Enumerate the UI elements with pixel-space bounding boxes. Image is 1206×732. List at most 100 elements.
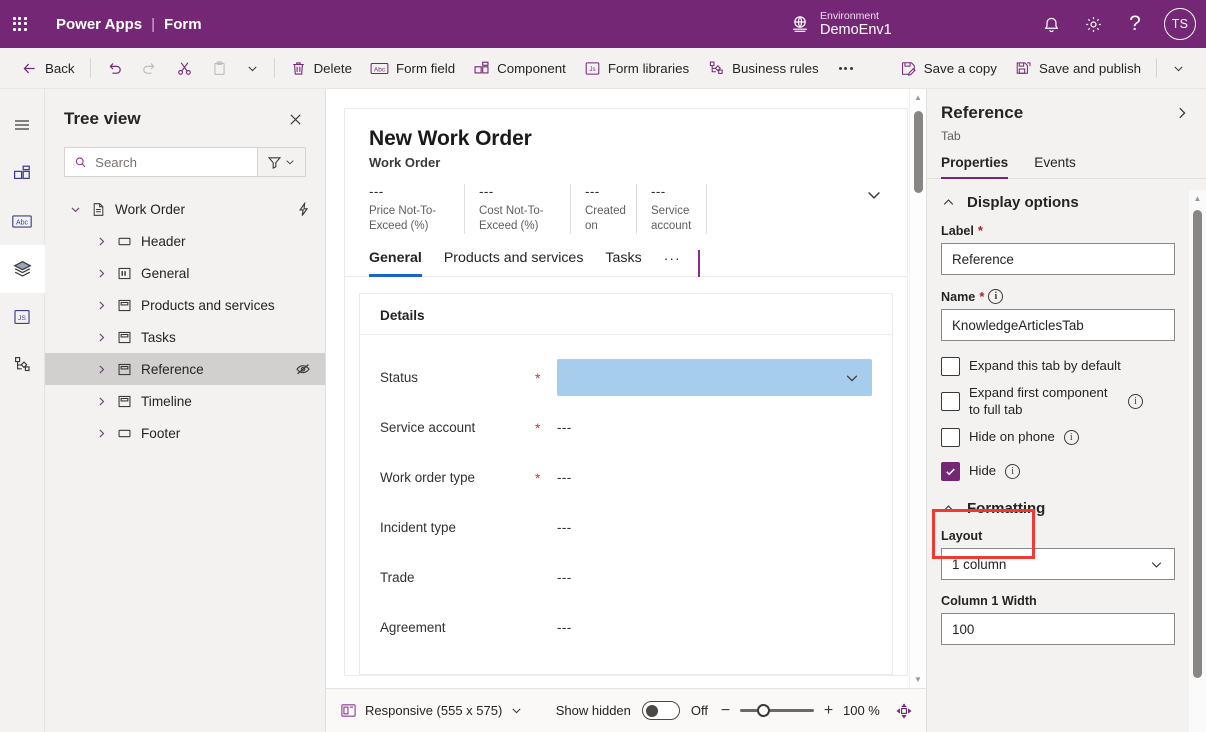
zoom-slider[interactable] (740, 703, 814, 717)
header-field[interactable]: --- Service account (651, 184, 707, 234)
flash-icon[interactable] (296, 201, 311, 217)
rail-components[interactable] (0, 149, 45, 197)
scroll-up-arrow[interactable]: ▲ (914, 93, 922, 102)
chevron-right-icon[interactable] (90, 299, 112, 312)
status-dropdown[interactable] (557, 359, 872, 397)
tree-item-header[interactable]: Header (45, 225, 325, 257)
checkbox-expand-first-component-to-full-tab[interactable]: Expand first component to full tab i (941, 385, 1176, 418)
tab-properties[interactable]: Properties (941, 155, 1009, 179)
label-input[interactable] (941, 243, 1175, 275)
delete-button[interactable]: Delete (281, 53, 361, 84)
zoom-in-button[interactable]: + (822, 702, 835, 719)
scroll-down-arrow[interactable]: ▼ (914, 675, 922, 684)
form-tab-overflow[interactable]: ··· (664, 250, 681, 276)
tree-item-footer[interactable]: Footer (45, 417, 325, 449)
layout-select[interactable]: 1 column (941, 548, 1175, 580)
tree-item-products-and-services[interactable]: Products and services (45, 289, 325, 321)
column-width-input[interactable] (941, 613, 1175, 645)
tree-item-general[interactable]: General (45, 257, 325, 289)
save-a-copy-button[interactable]: Save a copy (891, 53, 1006, 84)
avatar[interactable]: TS (1164, 8, 1196, 40)
field-value[interactable]: --- (557, 570, 572, 585)
rail-menu-toggle[interactable] (0, 101, 45, 149)
checkbox-hide[interactable]: Hide i (941, 456, 1176, 486)
zoom-slider-knob[interactable] (757, 703, 770, 717)
settings-button[interactable] (1074, 5, 1112, 43)
field-value[interactable]: --- (557, 520, 572, 535)
help-button[interactable]: ? (1116, 5, 1154, 43)
tree-item-tasks[interactable]: Tasks (45, 321, 325, 353)
fit-to-screen-button[interactable] (896, 702, 912, 719)
checkbox-box[interactable] (941, 356, 960, 376)
cut-button[interactable] (167, 53, 202, 84)
form-tab-general[interactable]: General (369, 250, 422, 277)
chevron-down-icon[interactable] (64, 203, 86, 216)
info-icon[interactable]: i (1063, 429, 1079, 445)
back-button[interactable]: Back (12, 53, 84, 84)
chevron-right-icon[interactable] (90, 331, 112, 344)
checkbox-box[interactable] (941, 392, 960, 411)
business-rules-button[interactable]: Business rules (698, 53, 827, 84)
scroll-thumb[interactable] (914, 111, 923, 193)
tree-item-timeline[interactable]: Timeline (45, 385, 325, 417)
expand-panel-button[interactable] (1174, 105, 1190, 121)
name-input[interactable] (941, 309, 1175, 341)
rail-form-libraries[interactable]: JS (0, 293, 45, 341)
close-button[interactable] (284, 108, 307, 131)
checkbox-box[interactable] (941, 461, 960, 481)
notifications-button[interactable] (1032, 5, 1070, 43)
rail-form-fields[interactable]: Abc (0, 197, 45, 245)
brand-title[interactable]: Power Apps | Form (56, 16, 202, 33)
scroll-thumb[interactable] (1193, 210, 1202, 678)
checkbox-expand-this-tab-by-default[interactable]: Expand this tab by default (941, 351, 1176, 381)
checkbox-box[interactable] (941, 427, 960, 447)
display-options-section-header[interactable]: Display options (941, 194, 1176, 211)
undo-button[interactable] (97, 53, 132, 84)
field-value[interactable]: --- (557, 420, 572, 435)
zoom-out-button[interactable]: − (719, 702, 732, 719)
rail-tree-view[interactable] (0, 245, 45, 293)
app-launcher-button[interactable] (0, 0, 40, 48)
field-value[interactable]: --- (557, 470, 572, 485)
form-field-button[interactable]: Abc Form field (361, 53, 464, 84)
chevron-right-icon[interactable] (90, 267, 112, 280)
canvas-scrollbar[interactable]: ▲ ▼ (909, 89, 926, 688)
environment-selector[interactable]: Environment DemoEnv1 (790, 0, 892, 48)
more-commands-button[interactable] (828, 53, 864, 84)
chevron-right-icon[interactable] (90, 427, 112, 440)
form-tab-tasks[interactable]: Tasks (605, 250, 641, 276)
header-field[interactable]: --- Price Not-To-Exceed (%) (369, 184, 465, 234)
header-expand-button[interactable] (865, 184, 883, 234)
properties-scrollbar[interactable]: ▲ ▼ (1189, 190, 1206, 732)
rail-business-rules[interactable] (0, 341, 45, 389)
info-icon[interactable]: i (1005, 463, 1021, 479)
show-hidden-toggle[interactable] (641, 701, 680, 720)
redo-button[interactable] (132, 53, 167, 84)
form-libraries-button[interactable]: Js Form libraries (575, 53, 698, 84)
component-button[interactable]: Component (464, 53, 575, 84)
info-icon[interactable]: i (1128, 394, 1143, 409)
chevron-right-icon[interactable] (90, 363, 112, 376)
field-value[interactable]: --- (557, 620, 572, 635)
search-box[interactable] (64, 147, 257, 177)
chevron-right-icon[interactable] (90, 395, 112, 408)
divider (1156, 58, 1157, 78)
scroll-up-arrow[interactable]: ▲ (1194, 194, 1202, 203)
search-input[interactable] (95, 154, 248, 170)
formatting-section-header[interactable]: Formatting (941, 500, 1176, 517)
header-field[interactable]: --- Created on (585, 184, 637, 234)
checkbox-hide-on-phone[interactable]: Hide on phone i (941, 422, 1176, 452)
paste-options-button[interactable] (237, 53, 268, 84)
form-tab-products-and-services[interactable]: Products and services (444, 250, 584, 276)
paste-button[interactable] (202, 53, 237, 84)
filter-button[interactable] (256, 147, 306, 177)
save-options-button[interactable] (1163, 53, 1194, 84)
tree-item-reference[interactable]: Reference (45, 353, 325, 385)
info-icon[interactable]: i (988, 289, 1004, 304)
header-field[interactable]: --- Cost Not-To-Exceed (%) (479, 184, 571, 234)
tab-events[interactable]: Events (1034, 155, 1076, 178)
chevron-right-icon[interactable] (90, 235, 112, 248)
save-and-publish-button[interactable]: Save and publish (1006, 53, 1150, 84)
responsive-selector[interactable]: Responsive (555 x 575) (340, 702, 523, 719)
tree-item-work-order[interactable]: Work Order (45, 193, 325, 225)
